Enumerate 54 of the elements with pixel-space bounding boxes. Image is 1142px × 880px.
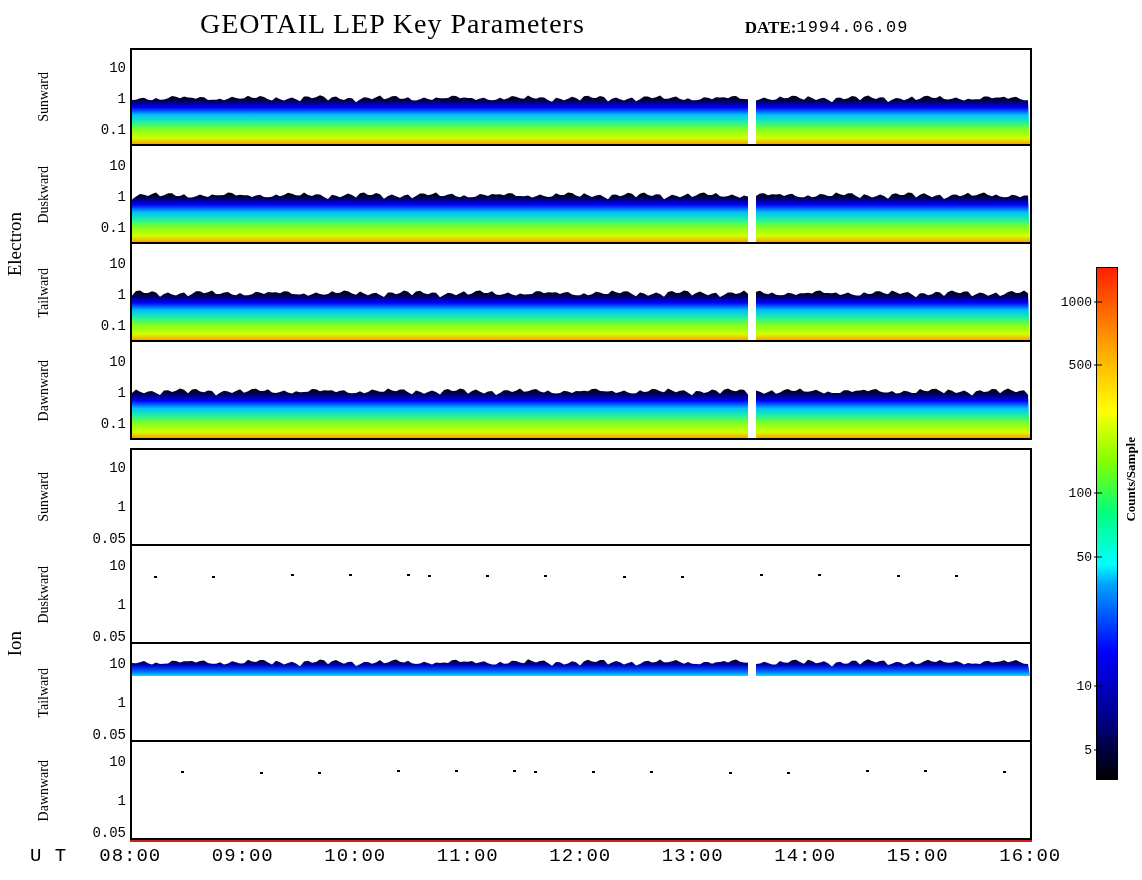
axis-tick-label: 12:00 [549,845,612,867]
colorbar-label: Counts/Sample [1122,437,1139,522]
colorbar-tick-label: 500 [1068,358,1092,372]
axis-tick-label: 10 [109,754,126,769]
axis-tick-label: 1 [117,597,126,612]
axis-tick-label: 0.05 [92,826,126,841]
colorbar-tick-label: 1000 [1060,295,1092,309]
axis-tick-label: 10 [109,256,126,271]
axis-tick-label: 10 [109,460,126,475]
axis-tick-label: 1 [117,91,126,106]
axis-tick-label: 10 [109,60,126,75]
axis-tick-label: 1 [117,287,126,302]
date-value: 1994.06.09 [796,17,909,40]
panel-label: Duskward [34,566,52,624]
axis-label: U T [29,844,69,869]
axis-tick-label: 10 [109,558,126,573]
group-label: Ion [2,631,26,657]
axis-tick-label: 0.1 [100,221,126,236]
colorbar-tick-label: 10 [1076,679,1092,693]
axis-tick-label: 1 [117,793,126,808]
axis-tick-label: 0.1 [100,319,126,334]
panel-label: Sunward [34,472,52,522]
axis-tick-label: 10:00 [324,845,387,867]
axis-tick-label: 11:00 [436,845,499,867]
axis-tick-label: 0.05 [92,728,126,743]
panel-label: Dawnward [34,760,52,822]
colorbar-tick-label: 5 [1084,743,1092,757]
axis-tick-label: 08:00 [99,845,162,867]
colorbar-tick-label: 100 [1068,486,1092,500]
axis-tick-label: 0.1 [100,417,126,432]
axis-tick-label: 15:00 [886,845,949,867]
plot-title: GEOTAIL LEP Key Parameters [200,10,585,38]
group-label: Electron [2,211,26,277]
axis-tick-label: 0.05 [92,532,126,547]
panel-label: Dawnward [34,360,52,422]
colorbar-tick-label: 50 [1076,550,1092,564]
axis-tick-label: 16:00 [999,845,1062,867]
axis-tick-label: 0.05 [92,630,126,645]
axis-tick-label: 14:00 [774,845,837,867]
axis-tick-label: 09:00 [211,845,274,867]
axis-tick-label: 0.1 [100,123,126,138]
axis-tick-label: 1 [117,189,126,204]
axis-tick-label: 10 [109,656,126,671]
axis-tick-label: 1 [117,385,126,400]
date-label: DATE: [744,17,797,40]
axis-tick-label: 1 [117,695,126,710]
axis-tick-label: 10 [109,158,126,173]
axis-tick-label: 1 [117,499,126,514]
panel-label: Tailward [34,668,52,718]
panel-label: Duskward [34,166,52,224]
axis-tick-label: 10 [109,354,126,369]
axis-tick-label: 13:00 [661,845,724,867]
panel-label: Sunward [34,72,52,122]
panel-label: Tailward [34,268,52,318]
